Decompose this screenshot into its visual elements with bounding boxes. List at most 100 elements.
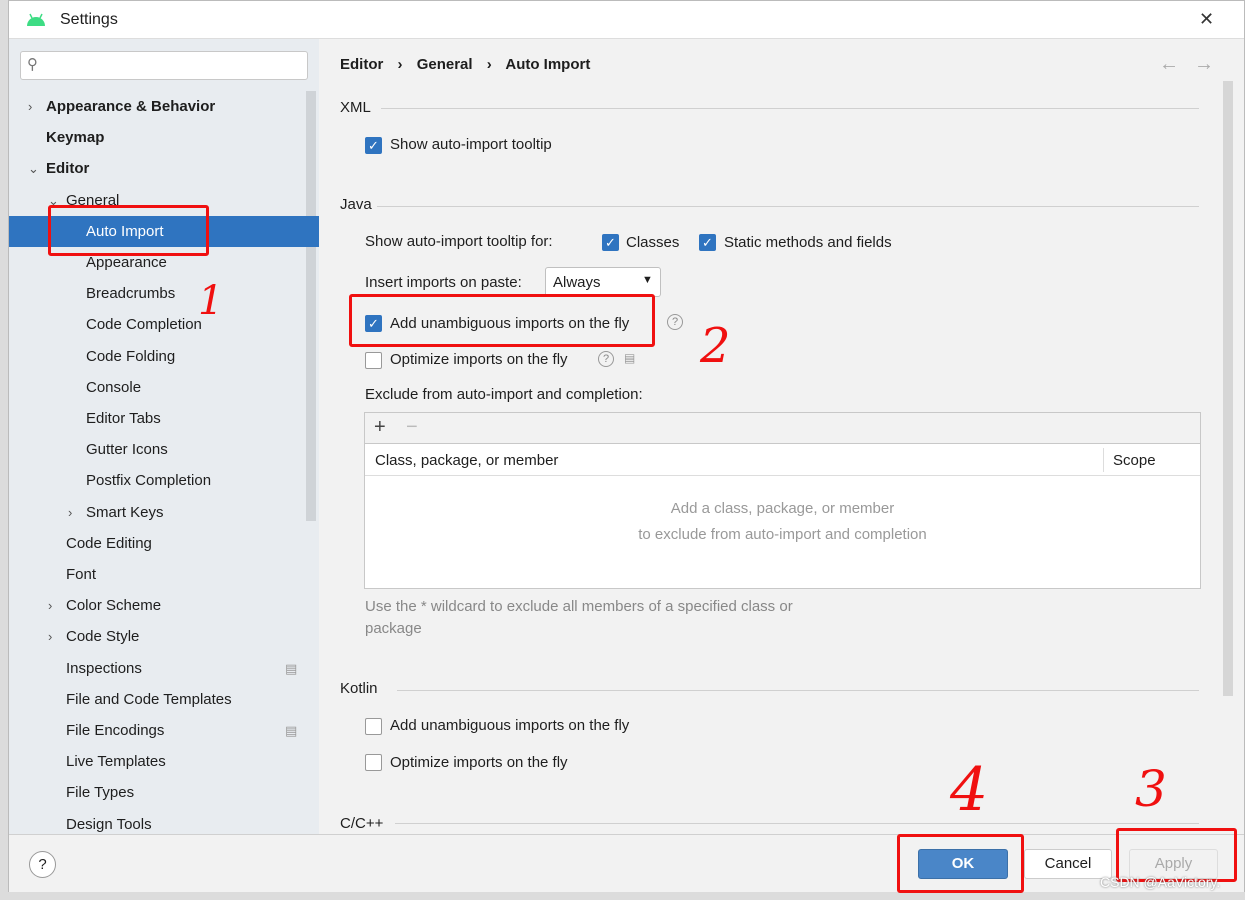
sidebar-item-label: Code Editing: [66, 534, 152, 552]
sidebar-item-inspections[interactable]: Inspections ▤: [9, 653, 319, 684]
sidebar-item-label: Color Scheme: [66, 597, 162, 615]
breadcrumb-auto-import: Auto Import: [505, 56, 591, 73]
title-bar: Settings ✕: [9, 1, 1244, 39]
add-icon[interactable]: +: [374, 416, 386, 439]
insert-imports-dropdown[interactable]: Always ▼: [545, 267, 661, 297]
annotation-box-1: [48, 205, 209, 256]
settings-badge-icon: ▤: [624, 351, 636, 365]
optimize-imports-checkbox[interactable]: [365, 352, 382, 369]
exclude-label: Exclude from auto-import and completion:: [365, 386, 643, 403]
table-toolbar: + −: [365, 413, 1200, 444]
sidebar-item-file-encodings[interactable]: File Encodings ▤: [9, 715, 319, 746]
kotlin-optimize-checkbox[interactable]: [365, 754, 382, 771]
sidebar-item-appearance-behavior[interactable]: › Appearance & Behavior: [9, 91, 319, 122]
breadcrumb-editor[interactable]: Editor: [340, 56, 383, 73]
footer: ? OK Cancel Apply: [9, 834, 1244, 892]
cancel-button[interactable]: Cancel: [1024, 849, 1112, 879]
chevron-down-icon: ▼: [642, 274, 653, 286]
content-scrollbar[interactable]: [1223, 81, 1233, 696]
settings-sidebar: ⚲ › Appearance & Behavior Keymap ⌄ Editor ⌄ Ge…: [9, 39, 319, 834]
sidebar-item-label: File Types: [66, 784, 135, 802]
sidebar-item-label: Keymap: [46, 129, 105, 147]
sidebar-item-label: Code Completion: [86, 316, 202, 334]
sidebar-item-label: Code Folding: [86, 347, 176, 365]
android-icon: [27, 13, 45, 26]
sidebar-item-console[interactable]: Console: [9, 372, 319, 403]
tooltip-for-label: Show auto-import tooltip for:: [365, 233, 553, 250]
empty-text: to exclude from auto-import and completi…: [638, 526, 927, 543]
help-icon[interactable]: ?: [667, 314, 683, 330]
sidebar-item-label: Editor Tabs: [86, 410, 161, 427]
column-header-class[interactable]: Class, package, or member: [375, 452, 558, 469]
chevron-right-icon[interactable]: ›: [28, 91, 32, 122]
optimize-imports-label: Optimize imports on the fly: [390, 351, 568, 368]
forward-arrow-icon[interactable]: →: [1194, 53, 1214, 76]
chevron-right-icon[interactable]: ›: [68, 497, 72, 528]
chevron-right-icon[interactable]: ›: [48, 590, 52, 621]
sidebar-item-label: Editor: [46, 160, 90, 178]
kotlin-optimize-label: Optimize imports on the fly: [390, 754, 568, 771]
xml-header: XML: [340, 99, 371, 116]
sidebar-item-file-types[interactable]: File Types: [9, 777, 319, 808]
sidebar-item-label: Live Templates: [66, 753, 166, 771]
sidebar-item-color-scheme[interactable]: › Color Scheme: [9, 590, 319, 621]
annotation-1: 1: [198, 278, 224, 324]
annotation-box-4: [897, 834, 1024, 893]
breadcrumb-general[interactable]: General: [417, 56, 473, 73]
insert-imports-label: Insert imports on paste:: [365, 274, 522, 291]
sidebar-item-keymap[interactable]: Keymap: [9, 122, 319, 153]
remove-icon[interactable]: −: [406, 416, 418, 439]
cpp-header: C/C++: [340, 815, 384, 832]
sidebar-item-label: Gutter Icons: [86, 441, 168, 459]
sidebar-item-file-and-code-templates[interactable]: File and Code Templates: [9, 684, 319, 715]
column-header-scope[interactable]: Scope: [1113, 452, 1156, 469]
sidebar-item-label: Postfix Completion: [86, 472, 212, 490]
settings-badge-icon: ▤: [285, 660, 298, 676]
sidebar-item-smart-keys[interactable]: › Smart Keys: [9, 497, 319, 528]
help-button[interactable]: ?: [29, 851, 56, 878]
sidebar-item-gutter-icons[interactable]: Gutter Icons: [9, 434, 319, 465]
help-icon[interactable]: ?: [598, 351, 614, 367]
java-header: Java: [340, 196, 372, 213]
sidebar-item-breadcrumbs[interactable]: Breadcrumbs: [9, 278, 319, 309]
sidebar-item-label: Code Style: [66, 628, 140, 646]
close-button[interactable]: ✕: [1199, 9, 1214, 30]
search-input[interactable]: ⚲: [20, 51, 308, 80]
window-title: Settings: [60, 11, 118, 28]
classes-checkbox[interactable]: ✓: [602, 234, 619, 251]
static-methods-checkbox[interactable]: ✓: [699, 234, 716, 251]
wildcard-hint: Use the * wildcard to exclude all member…: [365, 598, 793, 615]
sidebar-item-code-editing[interactable]: Code Editing: [9, 528, 319, 559]
chevron-right-icon[interactable]: ›: [48, 621, 52, 652]
xml-show-tooltip-checkbox[interactable]: ✓: [365, 137, 382, 154]
sidebar-item-label: Breadcrumbs: [86, 285, 176, 303]
sidebar-item-code-folding[interactable]: Code Folding: [9, 341, 319, 372]
sidebar-item-label: Inspections: [66, 659, 142, 677]
kotlin-add-unambiguous-label: Add unambiguous imports on the fly: [390, 717, 630, 734]
sidebar-item-label: File Encodings: [66, 722, 165, 739]
kotlin-add-unambiguous-checkbox[interactable]: [365, 718, 382, 735]
watermark: CSDN @AaVictory.: [1100, 874, 1221, 890]
sidebar-item-editor-tabs[interactable]: Editor Tabs: [9, 403, 319, 434]
sidebar-item-editor[interactable]: ⌄ Editor: [9, 153, 319, 184]
sidebar-item-code-style[interactable]: › Code Style: [9, 621, 319, 652]
sidebar-item-font[interactable]: Font: [9, 559, 319, 590]
breadcrumb: Editor › General › Auto Import: [340, 56, 590, 73]
sidebar-item-label: File and Code Templates: [66, 690, 232, 708]
breadcrumb-sep: ›: [397, 56, 403, 73]
kotlin-header: Kotlin: [340, 680, 378, 697]
annotation-3: 3: [1135, 760, 1167, 818]
wildcard-hint: package: [365, 620, 422, 637]
chevron-down-icon[interactable]: ⌄: [28, 153, 39, 184]
sidebar-item-label: Appearance & Behavior: [46, 98, 216, 115]
sidebar-item-live-templates[interactable]: Live Templates: [9, 746, 319, 777]
settings-badge-icon: ▤: [285, 723, 298, 738]
dropdown-value: Always: [553, 274, 601, 291]
sidebar-item-label: Font: [66, 566, 97, 583]
settings-dialog: Settings ✕ ⚲ › Appearance & Behavior Keyma…: [8, 0, 1245, 892]
static-methods-label: Static methods and fields: [724, 234, 892, 251]
sidebar-item-code-completion[interactable]: Code Completion: [9, 309, 319, 340]
sidebar-item-postfix-completion[interactable]: Postfix Completion: [9, 465, 319, 496]
search-icon: ⚲: [27, 56, 38, 73]
back-arrow-icon[interactable]: ←: [1159, 53, 1179, 76]
